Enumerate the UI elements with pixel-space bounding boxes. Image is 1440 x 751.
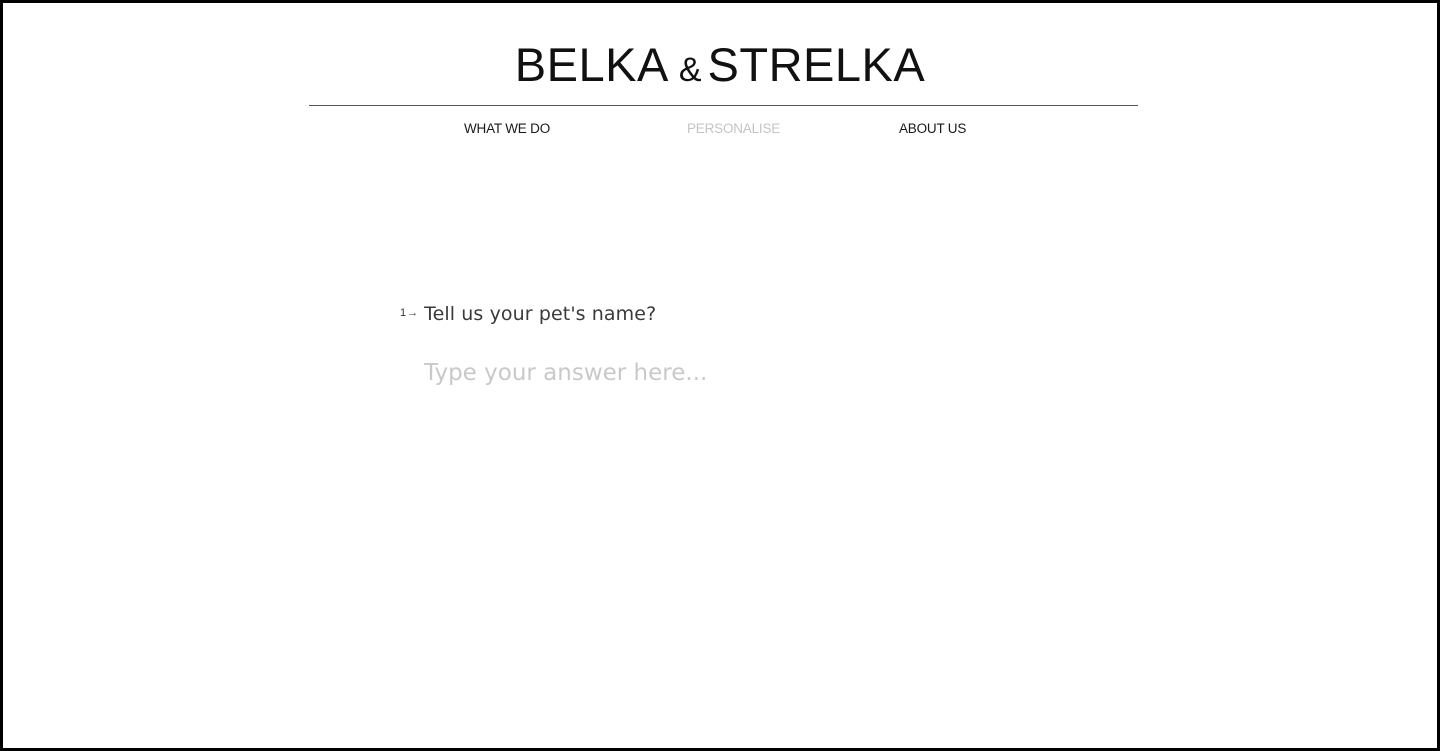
page-frame: BELKA & STRELKA WHAT WE DO PERSONALISE ABO… [0, 0, 1440, 751]
question-number: 1 → [400, 307, 418, 319]
question-text: Tell us your pet's name? [424, 303, 657, 325]
pet-name-input[interactable] [424, 353, 1024, 393]
question-number-text: 1 [400, 307, 407, 319]
arrow-right-icon: → [407, 307, 419, 319]
logo-word-strelka: STRELKA [707, 38, 926, 91]
logo-word-belka: BELKA [514, 38, 669, 91]
logo-ampersand: & [678, 51, 702, 89]
nav-item-about-us[interactable]: ABOUT US [899, 121, 966, 136]
question-label: 1 → Tell us your pet's name? [400, 303, 656, 325]
nav-item-what-we-do[interactable]: WHAT WE DO [464, 121, 550, 136]
brand-logo[interactable]: BELKA & STRELKA [3, 41, 1437, 88]
header-divider [309, 105, 1138, 106]
nav-item-personalise[interactable]: PERSONALISE [687, 121, 780, 136]
